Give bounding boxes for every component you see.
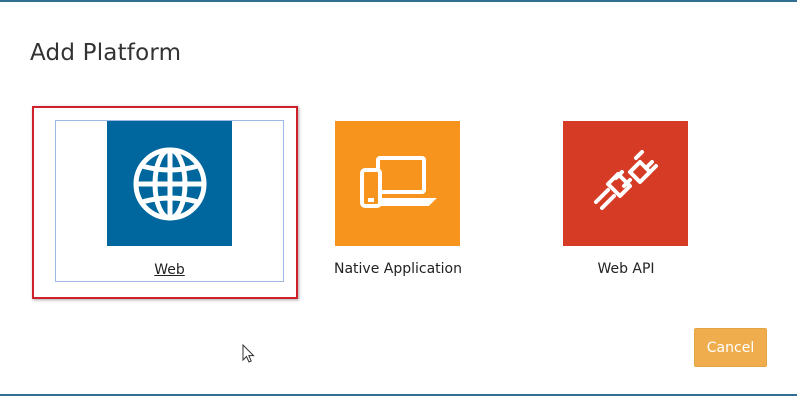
add-platform-dialog: Add Platform Web Native Application Web … bbox=[0, 0, 797, 396]
globe-icon bbox=[133, 147, 206, 220]
platform-tile-native-application[interactable]: Native Application bbox=[318, 120, 478, 282]
devices-icon bbox=[359, 155, 437, 208]
platform-label-web: Web bbox=[154, 262, 185, 278]
native-icon-box bbox=[335, 121, 460, 246]
platform-tile-web[interactable]: Web bbox=[55, 120, 284, 282]
dialog-title: Add Platform bbox=[30, 40, 182, 66]
web-icon-box bbox=[107, 121, 232, 246]
platform-label-web-api: Web API bbox=[597, 261, 655, 277]
api-icon-box bbox=[563, 121, 688, 246]
cancel-button[interactable]: Cancel bbox=[694, 328, 767, 367]
plug-icon bbox=[593, 149, 658, 210]
mouse-cursor-icon bbox=[242, 344, 255, 363]
platform-tile-web-api[interactable]: Web API bbox=[540, 120, 712, 282]
platform-label-native-application: Native Application bbox=[333, 261, 462, 277]
